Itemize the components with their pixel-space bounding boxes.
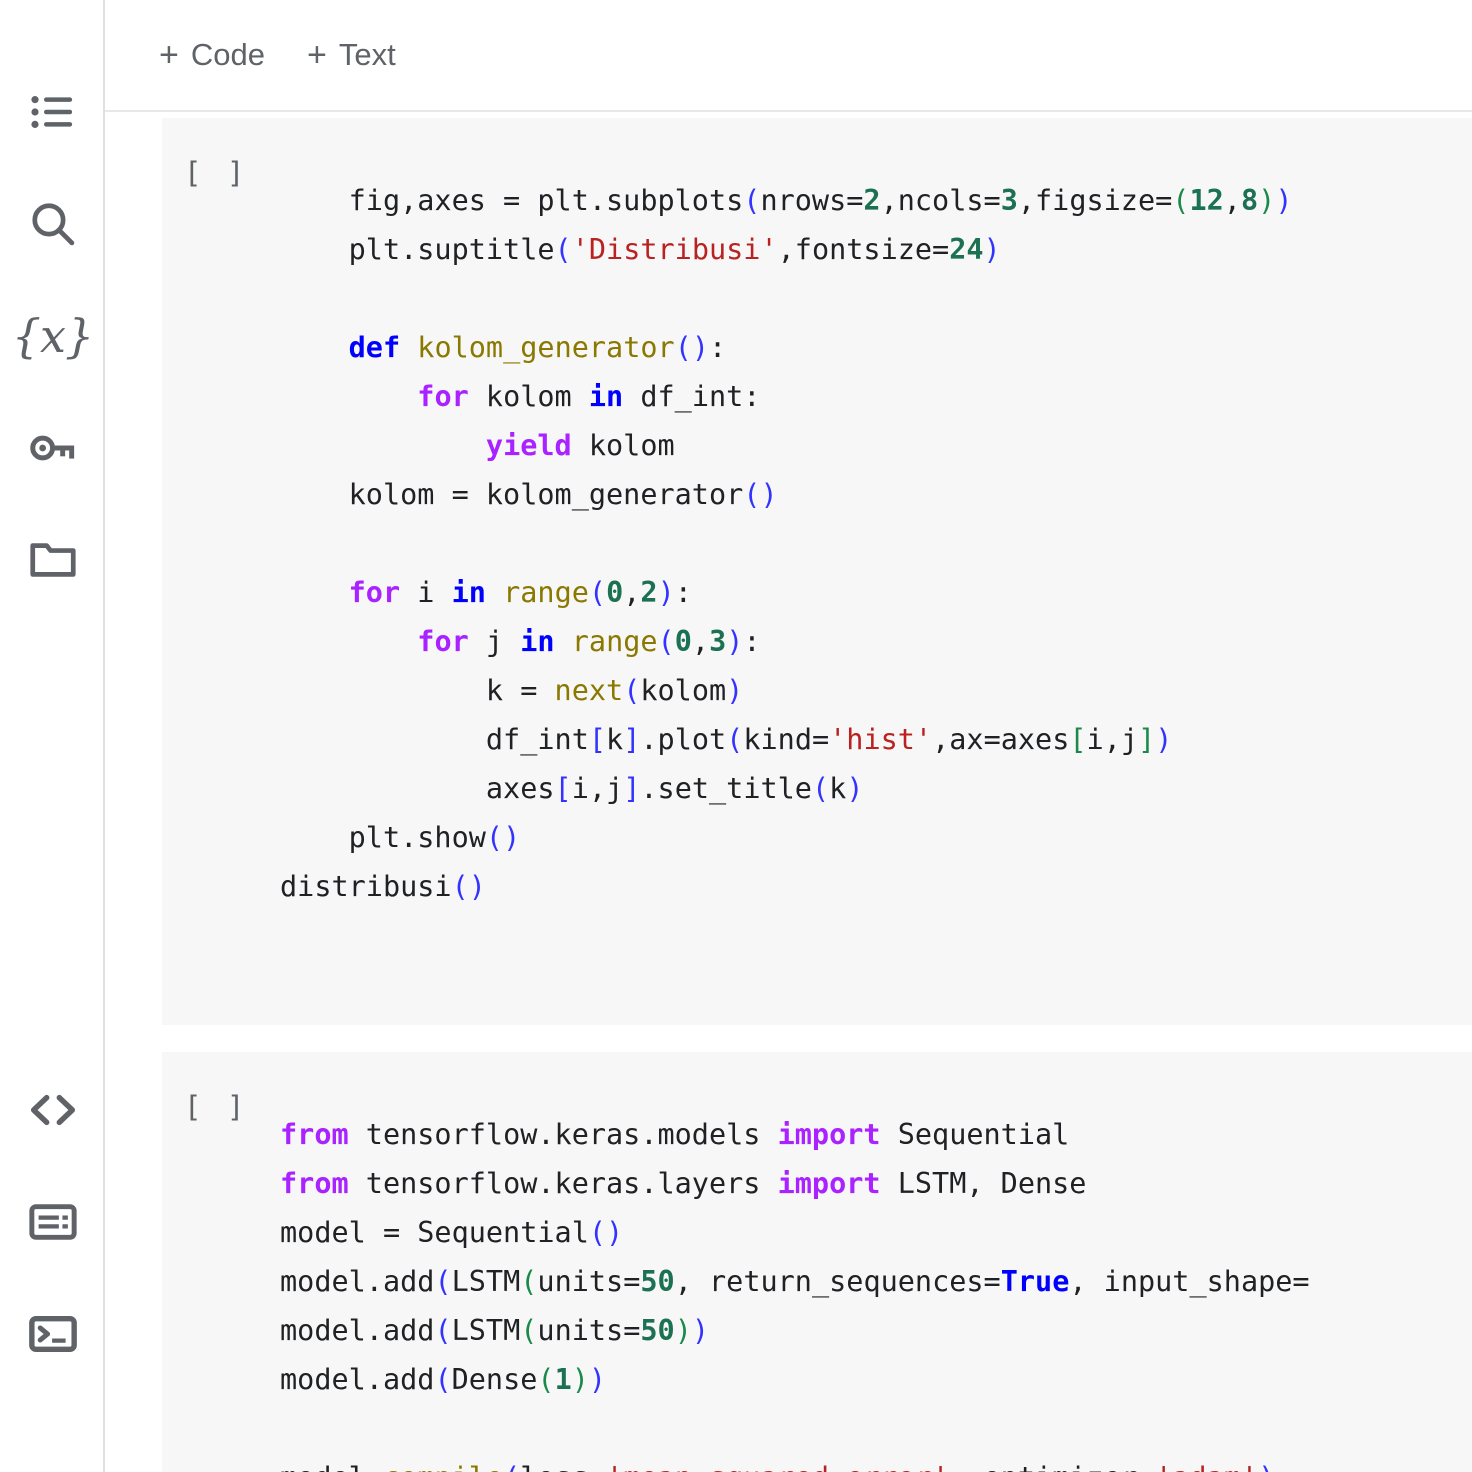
execution-count-marker[interactable]: [ ] xyxy=(162,1061,280,1132)
code-line: axes[i,j].set_title(k) xyxy=(280,772,864,805)
files-folder-icon[interactable] xyxy=(0,504,105,616)
execution-count-marker[interactable]: [ ] xyxy=(162,127,280,198)
code-editor-cell-2[interactable]: from tensorflow.keras.models import Sequ… xyxy=(280,1061,1472,1472)
variables-icon[interactable]: {x} xyxy=(0,280,105,392)
code-line: kolom = kolom_generator() xyxy=(280,478,778,511)
code-line: model.add(LSTM(units=50, return_sequence… xyxy=(280,1265,1310,1298)
notebook-toolbar: + Code + Text xyxy=(105,0,1472,112)
plus-icon: + xyxy=(159,36,179,74)
code-line: model.add(LSTM(units=50)) xyxy=(280,1314,710,1347)
code-line: k = next(kolom) xyxy=(280,674,744,707)
code-snippets-icon[interactable] xyxy=(0,1054,105,1166)
code-line: df_int[k].plot(kind='hist',ax=axes[i,j]) xyxy=(280,723,1173,756)
code-line: yield kolom xyxy=(485,429,675,462)
code-line: plt.suptitle('Distribusi',fontsize=24) xyxy=(280,233,1001,266)
code-line: for kolom in df_int: xyxy=(417,380,761,413)
code-editor-cell-1[interactable]: fig,axes = plt.subplots(nrows=2,ncols=3,… xyxy=(280,127,1472,1009)
add-text-cell-button[interactable]: + Text xyxy=(295,31,408,79)
code-line: from tensorflow.keras.models import Sequ… xyxy=(280,1118,1070,1151)
add-text-cell-label: Text xyxy=(338,37,396,72)
variables-icon-label: {x} xyxy=(11,309,94,363)
notebook-main-area: + Code + Text [ ] fig,axes = plt.subplot… xyxy=(105,0,1472,1472)
terminal-icon[interactable] xyxy=(0,1278,105,1390)
add-code-cell-button[interactable]: + Code xyxy=(147,31,277,79)
code-line: distribusi() xyxy=(280,870,486,903)
colab-app-window: {x} + Code + Text [] fig,axes = plt.sub… xyxy=(0,0,1472,1472)
code-line: for i in range(0,2): xyxy=(348,576,692,609)
add-code-cell-label: Code xyxy=(190,37,265,72)
code-line: plt.show() xyxy=(280,821,521,854)
plus-icon: + xyxy=(306,36,327,74)
code-line: from tensorflow.keras.layers import LSTM… xyxy=(280,1167,1087,1200)
search-icon[interactable] xyxy=(0,168,105,280)
table-of-contents-icon[interactable] xyxy=(0,56,105,168)
code-line: model.add(Dense(1)) xyxy=(280,1363,607,1396)
code-line: model = Sequential() xyxy=(280,1216,624,1249)
command-palette-icon[interactable] xyxy=(0,1166,105,1278)
code-line: for j in range(0,3): xyxy=(417,625,761,658)
code-line: fig,axes = plt.subplots(nrows=2,ncols=3,… xyxy=(280,184,1293,217)
code-line: def kolom_generator(): xyxy=(348,331,727,364)
notebook-cell-list: [ ] fig,axes = plt.subplots(nrows=2,ncol… xyxy=(105,112,1472,1472)
rail-top-group: {x} xyxy=(0,56,105,616)
secrets-key-icon[interactable] xyxy=(0,392,105,504)
code-cell[interactable]: [ ] from tensorflow.keras.models import … xyxy=(162,1052,1472,1472)
code-line: model.compile(loss='mean_squared_error',… xyxy=(280,1453,1472,1472)
code-cell[interactable]: [ ] fig,axes = plt.subplots(nrows=2,ncol… xyxy=(162,118,1472,1025)
left-icon-rail: {x} xyxy=(0,0,105,1472)
rail-bottom-group xyxy=(0,1054,105,1390)
